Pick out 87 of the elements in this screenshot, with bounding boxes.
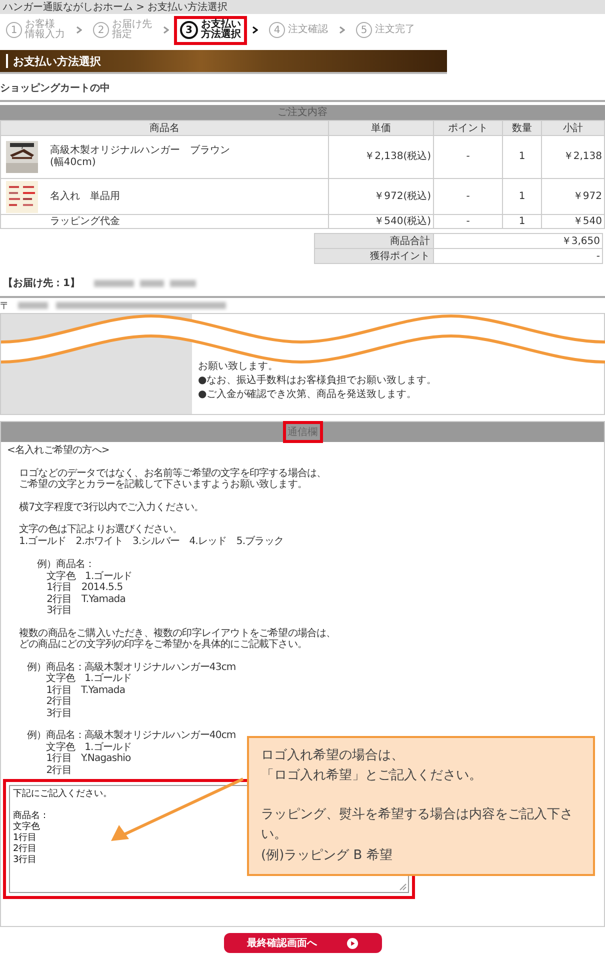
column-header: ポイント <box>434 120 502 136</box>
instruction-line: ロゴなどのデータではなく、お名前等ご希望の文字を印字する場合は、 <box>19 468 326 478</box>
chevron-icon <box>339 26 345 34</box>
step-label: 注文確認 <box>288 24 328 36</box>
column-header: 小計 <box>542 120 604 136</box>
chevron-icon <box>252 26 258 34</box>
payment-note: ●なお、振込手数料はお客様負担でお願い致します。 <box>198 374 438 388</box>
product-name: 名入れ 単品用 <box>50 190 120 202</box>
column-header: 商品名 <box>0 120 328 136</box>
instruction-line: 1行目 Y.Nagashio <box>45 753 131 764</box>
instruction-line: 1.ゴールド 2.ホワイト 3.シルバー 4.レッド 5.ブラック <box>19 536 284 547</box>
quantity: 1 <box>518 216 526 226</box>
payment-note: お願い致します。 <box>198 360 279 374</box>
product-size: (幅40cm) <box>50 157 97 169</box>
field-text-line: 商品名： <box>13 811 49 822</box>
blurred-text <box>18 302 48 309</box>
step-label: お届け先 指定 <box>112 20 152 40</box>
points-value: - <box>466 216 470 226</box>
instruction-line: 1行目 2014.5.5 <box>46 582 123 594</box>
play-icon <box>347 938 358 948</box>
chevron-icon <box>163 26 169 34</box>
unit-price: ￥2,138(税込) <box>364 151 431 162</box>
points-value: - <box>466 151 470 162</box>
tooltip-line: (例)ラッピング B 希望 <box>261 846 392 865</box>
column-header: 単価 <box>328 120 434 136</box>
blurred-text <box>94 280 134 286</box>
unit-price: ￥540(税込) <box>374 216 431 226</box>
step-number: 4 <box>269 22 285 38</box>
summary-value: - <box>434 248 602 264</box>
arrow-icon <box>109 777 245 843</box>
instruction-line: 3行目 <box>46 605 72 616</box>
subtotal: ￥2,138 <box>563 151 602 162</box>
instruction-line: ご希望の文字とカラーを記載して下さいますようお願い致します。 <box>19 479 308 490</box>
unit-price: ￥972(税込) <box>374 190 431 202</box>
instruction-line: 文字色 1.ゴールド <box>46 570 132 582</box>
tooltip-line: ロゴ入れ希望の場合は、 <box>261 747 404 765</box>
summary-label: 獲得ポイント <box>314 248 434 264</box>
breadcrumb: ハンガー通販ながしおホーム > お支払い方法選択 <box>3 0 228 14</box>
field-text-line: 1行目 <box>13 833 37 844</box>
field-text-line: 下記にご記入ください。 <box>13 789 112 800</box>
instruction-line: 文字の色は下記よりお選びください。 <box>19 524 182 536</box>
field-text-line: 2行目 <box>13 844 37 855</box>
instruction-line: <名入れご希望の方へ> <box>7 445 110 456</box>
product-name: 高級木製オリジナルハンガー ブラウン <box>50 145 230 157</box>
instruction-line: 横7文字程度で3行以内でご入力ください。 <box>19 502 204 513</box>
tooltip-line: 「ロゴ入れ希望」とご記入ください。 <box>261 767 482 786</box>
product-name: ラッピング代金 <box>50 216 120 228</box>
step-number: 5 <box>356 22 372 38</box>
blurred-text <box>170 280 196 286</box>
field-text-line: 文字色 <box>13 822 40 833</box>
points-value: - <box>466 190 470 202</box>
instruction-line: 2行目 <box>45 696 72 708</box>
subtotal: ￥540 <box>572 216 602 226</box>
instruction-line: 複数の商品をご購入いただき、複数の印字レイアウトをご希望の場合は、 <box>19 628 336 638</box>
step-label: お支払い 方法選択 <box>201 20 241 40</box>
subtotal: ￥972 <box>572 190 602 202</box>
summary-label: 商品合計 <box>314 234 434 248</box>
delivery-label: 【お届け先：1】 <box>3 276 80 290</box>
quantity: 1 <box>518 151 526 162</box>
page-heading: お支払い方法選択 <box>0 50 447 74</box>
postal-mark: 〒 <box>0 300 10 312</box>
summary-value: ￥3,650 <box>434 234 602 248</box>
instruction-line: 例）商品名： <box>37 559 95 570</box>
field-text-line: 3行目 <box>13 855 37 866</box>
instruction-line: 2行目 T.Yamada <box>46 594 126 605</box>
step-label: 注文完了 <box>375 24 415 36</box>
quantity: 1 <box>518 190 526 202</box>
column-header: 数量 <box>502 120 542 136</box>
instruction-line: 例）商品名：高級木製オリジナルハンガー40cm <box>27 730 236 742</box>
instruction-line: 文字色 1.ゴールド <box>45 673 132 684</box>
section-title: ショッピングカートの中 <box>0 82 110 95</box>
resize-grip-icon <box>399 883 407 891</box>
step-number: 1 <box>6 22 22 38</box>
instruction-line: 文字色 1.ゴールド <box>45 742 132 753</box>
final-confirmation-button[interactable]: 最終確認画面へ <box>224 933 382 953</box>
payment-note: ●ご入金が確認でき次第、商品を発送致します。 <box>198 388 418 402</box>
step-number: 2 <box>93 22 109 38</box>
step-label: お客様 情報入力 <box>25 20 65 40</box>
instruction-line: どの商品にどの文字列の印字をご希望かを具体的にご記載下さい。 <box>19 639 308 650</box>
table-caption: ご注文内容 <box>0 105 605 120</box>
step-number: 3 <box>180 21 198 39</box>
instruction-line: 1行目 T.Yamada <box>45 684 126 696</box>
chevron-icon <box>76 26 82 34</box>
blurred-text <box>140 280 164 286</box>
instruction-line: 2行目 <box>45 764 72 776</box>
instruction-line: 3行目 <box>45 708 72 719</box>
instruction-line: 例）商品名：高級木製オリジナルハンガー43cm <box>27 662 236 672</box>
